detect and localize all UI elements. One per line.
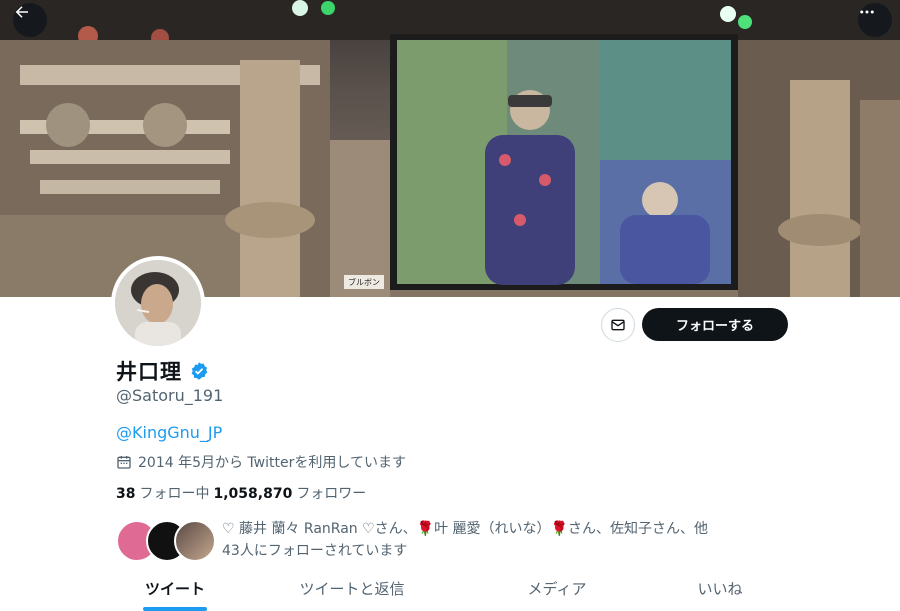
more-horizontal-icon [860, 10, 874, 14]
followers-you-know[interactable]: ♡ 藤井 蘭々 RanRan ♡さん、🌹叶 麗愛（れいな）🌹さん、佐知子さん、他… [116, 518, 796, 568]
tab-label: ツイートと返信 [299, 580, 405, 598]
tab-likes[interactable]: いいね [644, 578, 796, 611]
follow-stats: 38 フォロー中 1,058,870 フォロワー [116, 483, 370, 503]
profile-handle: @Satoru_191 [116, 386, 224, 405]
tab-label: ツイート [144, 580, 205, 598]
calendar-icon [117, 456, 131, 469]
followers-you-know-line1: ♡ 藤井 蘭々 RanRan ♡さん、🌹叶 麗愛（れいな）🌹さん、佐知子さん、他 [222, 521, 708, 537]
tab-media[interactable]: メディア [470, 578, 644, 611]
following-count: 38 [116, 486, 136, 502]
following-link[interactable]: 38 フォロー中 [116, 483, 209, 503]
more-options-button[interactable] [858, 3, 892, 37]
followers-you-know-avatars [116, 520, 216, 564]
back-button[interactable] [13, 3, 47, 37]
profile-avatar[interactable] [111, 256, 205, 350]
message-button[interactable] [601, 308, 635, 342]
followers-link[interactable]: 1,058,870 フォロワー [213, 483, 366, 503]
tab-label: メディア [527, 580, 587, 598]
banner-sign-text: ブルボン [348, 277, 380, 287]
tab-tweets-and-replies[interactable]: ツイートと返信 [234, 578, 470, 611]
followers-count: 1,058,870 [213, 486, 293, 502]
followers-you-know-text: ♡ 藤井 蘭々 RanRan ♡さん、🌹叶 麗愛（れいな）🌹さん、佐知子さん、他… [222, 518, 782, 562]
name-row: 井口理 [116, 356, 209, 386]
bio-mention-link[interactable]: @KingGnu_JP [116, 423, 222, 442]
avatar-photo [115, 260, 201, 346]
tab-label: いいね [697, 580, 743, 598]
tab-tweets[interactable]: ツイート [116, 578, 234, 611]
verified-badge-icon [191, 362, 208, 380]
followers-label: フォロワー [296, 486, 367, 502]
follower-avatar [174, 520, 216, 562]
follow-button[interactable]: フォローする [642, 308, 788, 341]
arrow-left-icon [15, 6, 28, 18]
display-name: 井口理 [116, 360, 182, 384]
join-date: 2014 年5月から Twitterを利用しています [116, 452, 406, 472]
envelope-icon [611, 319, 625, 331]
followers-you-know-line2: 43人にフォローされています [222, 543, 408, 559]
join-date-text: 2014 年5月から Twitterを利用しています [138, 455, 406, 471]
banner-photo: ブルボン [0, 0, 900, 297]
profile-banner[interactable]: ブルボン [0, 0, 900, 297]
profile-tabs: ツイート ツイートと返信 メディア いいね [116, 578, 796, 611]
following-label: フォロー中 [139, 486, 210, 502]
